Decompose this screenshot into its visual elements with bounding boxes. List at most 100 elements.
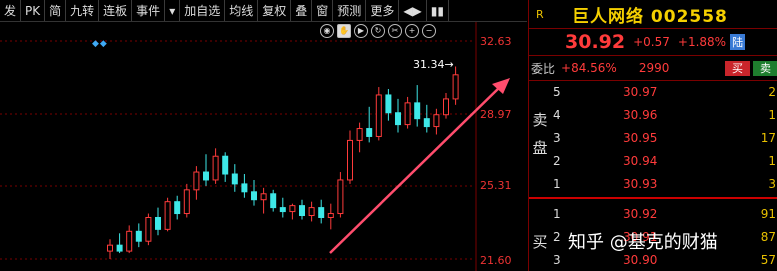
ask-row[interactable]: 2 30.94 1 [529,149,777,172]
ask-volume: 17 [760,130,776,145]
candle-body [395,112,401,126]
candle-body [337,179,344,215]
order-ratio-row: 委比 +84.56% 2990 买 卖 [529,56,777,81]
candle-body [433,114,440,128]
zoom-out-icon[interactable]: − [422,24,436,38]
event-markers[interactable]: ◆◆ [92,39,108,49]
forecast-button[interactable]: 预测 [333,0,367,21]
window-button[interactable]: 窗 [312,0,334,21]
fa-button[interactable]: 发 [0,0,22,21]
candle-body [375,94,382,137]
price-axis-label: 28.97 [480,108,512,121]
play-icon[interactable]: ▶ [354,24,368,38]
book-separator [529,197,777,199]
events-button[interactable]: 事件 [132,0,166,21]
more-button[interactable]: 更多 [366,0,400,21]
eye-icon[interactable]: ◉ [320,24,334,38]
ask-book: 5 30.97 2 4 30.96 1 3 30.95 17 2 30.94 1 1 30.93 3 [529,80,777,195]
refresh-icon[interactable]: ↻ [371,24,385,38]
candle-body [135,230,142,242]
bid-level: 2 [553,229,561,244]
candle-body [145,216,152,242]
sell-button[interactable]: 卖 [753,60,777,76]
bid-price: 30.90 [623,252,658,267]
candle-body [126,230,133,252]
kline-chart[interactable]: ◆◆ ◉ ✋ ▶ ↻ ✂ + − 31.34→ 32.63 28.97 25.31 21.6… [0,22,527,271]
candle-body [327,213,334,218]
scissors-icon[interactable]: ✂ [388,24,402,38]
ask-row[interactable]: 5 30.97 2 [529,80,777,103]
candle-body [356,128,363,141]
candle-body [414,102,421,120]
ma-button[interactable]: 均线 [225,0,259,21]
candle-body [231,173,238,185]
pk-button[interactable]: PK [21,0,46,21]
ask-price: 30.95 [623,130,658,145]
candle-body [270,193,277,209]
ask-level: 2 [553,153,561,168]
lianban-button[interactable]: 连板 [99,0,133,21]
candle-body [289,205,296,213]
candle-body [116,244,123,252]
price-axis-label: 32.63 [480,35,512,48]
peak-price-label: 31.34→ [413,58,454,71]
ask-level: 5 [553,84,561,99]
price-change: +0.57 [633,35,670,49]
layout-button[interactable]: ▮▮ [427,0,450,21]
ask-level: 1 [553,176,561,191]
candle-body [347,139,353,181]
candle-body [318,207,325,218]
ask-row[interactable]: 3 30.95 17 [529,126,777,149]
ask-row[interactable]: 4 30.96 1 [529,103,777,126]
candle-body [443,98,449,116]
price-axis-label: 21.60 [480,254,512,267]
candle-body [251,191,257,201]
add-watchlist-button[interactable]: 加自选 [180,0,226,21]
price-axis-label: 25.31 [480,179,512,192]
ask-volume: 2 [768,84,776,99]
bid-level: 3 [553,252,561,267]
ask-price: 30.93 [623,176,658,191]
simple-button[interactable]: 简 [45,0,67,21]
last-price: 30.92 [565,31,626,53]
connect-tag: 陆 [730,34,746,50]
watermark-text: 知乎 @基克的财猫 [568,232,718,253]
adjust-button[interactable]: 复权 [258,0,292,21]
r-badge: R [536,7,544,21]
candle-body [107,244,113,252]
quote-header: R 巨人网络 002558 [529,0,777,29]
overlay-button[interactable]: 叠 [291,0,313,21]
candle-body [203,171,209,181]
bid-price: 30.92 [623,206,658,221]
ask-price: 30.94 [623,153,658,168]
price-row: 30.92 +0.57 +1.88% 陆 [529,29,777,56]
zoom-in-icon[interactable]: + [405,24,419,38]
candle-body [155,216,161,230]
candle-body [299,205,305,217]
stock-name-code[interactable]: 巨人网络 002558 [572,2,728,27]
ask-volume: 1 [768,107,776,122]
candle-body [193,171,200,191]
candle-body [174,201,181,215]
order-diff-value: 2990 [638,61,670,75]
jiuzhuan-button[interactable]: 九转 [66,0,100,21]
ask-price: 30.96 [623,107,658,122]
bid-volume: 87 [760,229,776,244]
ask-row[interactable]: 1 30.93 3 [529,172,777,195]
candle-body [452,74,459,100]
bid-row[interactable]: 1 30.92 91 [529,202,777,225]
prev-next-button[interactable]: ◀▶ [399,0,427,21]
order-ratio-label: 委比 [531,61,556,76]
events-dropdown-button[interactable]: ▾ [165,0,181,21]
candle-body [423,118,430,128]
chart-toolbar: 发 PK 简九转 连板 事件 ▾ 加自选 均线 复权叠窗预测 更多 ◀▶ ▮▮ [0,0,527,22]
buy-button[interactable]: 买 [725,60,750,76]
bid-volume: 57 [760,252,776,267]
order-ratio-value: +84.56% [561,61,617,75]
ask-volume: 3 [768,176,776,191]
candle-body [183,189,190,215]
hand-icon[interactable]: ✋ [337,24,351,38]
candle-body [212,155,219,181]
ask-price: 30.97 [623,84,658,99]
candle-body [308,207,315,217]
